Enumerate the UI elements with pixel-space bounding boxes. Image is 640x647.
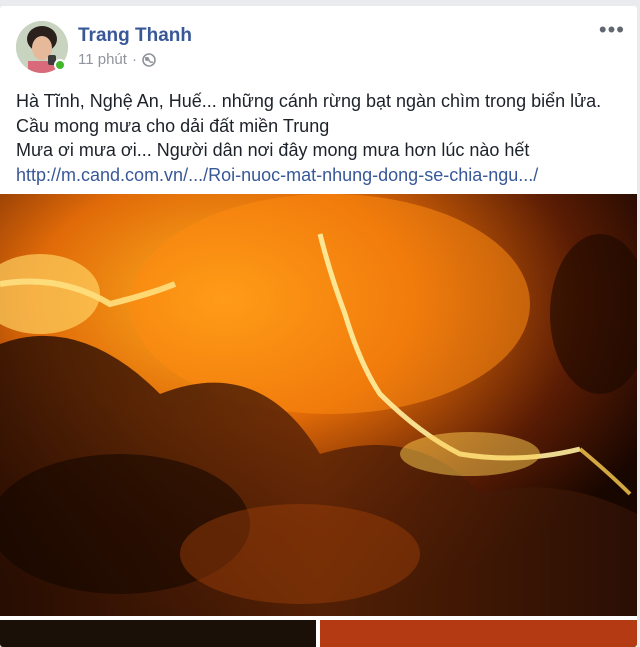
post-text: Hà Tĩnh, Nghệ An, Huế... những cánh rừng… — [16, 89, 626, 187]
globe-icon[interactable] — [142, 52, 156, 67]
post-card: Trang Thanh 11 phút · ••• Hà Tĩnh, Nghệ … — [0, 6, 637, 647]
more-options-icon[interactable]: ••• — [599, 19, 625, 41]
post-text-line: Hà Tĩnh, Nghệ An, Huế... những cánh rừng… — [16, 91, 602, 111]
online-status-indicator — [54, 59, 66, 71]
post-text-line: Cầu mong mưa cho dải đất miền Trung — [16, 115, 330, 136]
post-text-line: Mưa ơi mưa ơi... Người dân nơi đây mong … — [16, 140, 530, 160]
post-link[interactable]: http://m.cand.com.vn/.../Roi-nuoc-mat-nh… — [16, 163, 626, 188]
post-photo-thumbnail[interactable] — [0, 620, 316, 647]
meta-separator: · — [131, 51, 137, 68]
post-meta: 11 phút · — [78, 51, 156, 68]
post-time[interactable]: 11 phút — [78, 51, 127, 68]
post-photo-thumbnail[interactable] — [320, 620, 637, 647]
author-name[interactable]: Trang Thanh — [78, 25, 192, 47]
post-photo-forest-fire[interactable] — [0, 194, 637, 616]
